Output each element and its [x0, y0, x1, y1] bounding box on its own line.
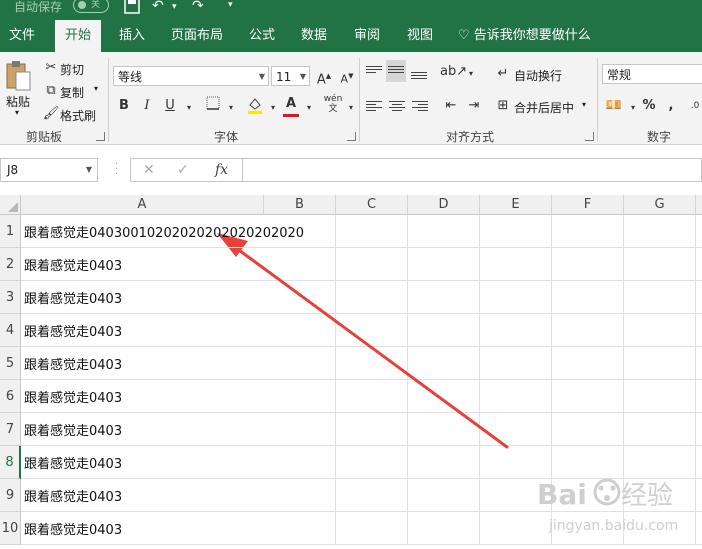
- cell-a[interactable]: 跟着感觉走0403: [21, 380, 264, 413]
- svg-text:Bai: Bai: [537, 478, 587, 511]
- ribbon-tabs: 文件 开始 插入 页面布局 公式 数据 审阅 视图 ♡ 告诉我你想要做什么: [0, 20, 702, 52]
- cell-a[interactable]: 跟着感觉走0403: [21, 248, 264, 281]
- tab-formulas[interactable]: 公式: [240, 20, 284, 52]
- tab-home[interactable]: 开始: [55, 20, 101, 52]
- formula-input[interactable]: [242, 158, 702, 182]
- align-left-icon[interactable]: [366, 99, 382, 113]
- autosave-label: 自动保存: [14, 0, 63, 14]
- wrap-text-button[interactable]: 自动换行: [514, 67, 562, 84]
- chevron-down-icon: ▼: [85, 165, 92, 174]
- bold-button[interactable]: B: [113, 96, 135, 116]
- clipboard-launcher-icon[interactable]: [96, 132, 105, 141]
- tab-page-layout[interactable]: 页面布局: [165, 20, 229, 52]
- number-group-label: 数字: [647, 130, 672, 144]
- ribbon: 粘贴 ▾ ✂ 剪切 ⧉ 复制 ▾ 🖌 格式刷 剪贴板 等线 ▼ 11 ▼ A▲ …: [0, 52, 702, 145]
- cell-a[interactable]: 跟着感觉走0403: [21, 347, 264, 380]
- copy-dropdown-icon[interactable]: ▾: [94, 84, 98, 93]
- align-bottom-icon[interactable]: [411, 70, 427, 81]
- formula-buttons: ✕ ✓ fx: [130, 158, 242, 182]
- font-name-value: 等线: [118, 70, 143, 84]
- increase-indent-icon[interactable]: ⇥: [463, 96, 485, 116]
- tell-me-box[interactable]: ♡ 告诉我你想要做什么: [458, 20, 598, 52]
- tab-review[interactable]: 审阅: [345, 20, 389, 52]
- increase-font-icon[interactable]: A▲: [313, 66, 335, 87]
- underline-dropdown-icon[interactable]: ▾: [178, 98, 200, 118]
- font-group-label: 字体: [214, 130, 239, 144]
- font-color-dropdown-icon[interactable]: ▾: [298, 98, 320, 118]
- title-bar: 自动保存 关 ↶ ▾ ↷ ▾: [0, 0, 702, 20]
- align-top-icon[interactable]: [366, 64, 382, 75]
- tell-me-text: 告诉我你想要做什么: [473, 28, 591, 43]
- align-center-icon[interactable]: [389, 99, 405, 113]
- undo-icon[interactable]: ↶: [152, 0, 164, 14]
- name-box[interactable]: J8 ▼: [0, 158, 98, 182]
- cell-a[interactable]: 跟着感觉走0403: [21, 512, 264, 545]
- chevron-down-icon: ▼: [299, 72, 306, 81]
- resize-handle-icon[interactable]: · · ·: [115, 160, 119, 180]
- alignment-group-label: 对齐方式: [446, 130, 495, 144]
- scissors-icon[interactable]: ✂: [40, 58, 62, 78]
- font-launcher-icon[interactable]: [347, 132, 356, 141]
- align-middle-icon[interactable]: [386, 60, 406, 82]
- cell-a[interactable]: 跟着感觉走0403: [21, 446, 264, 479]
- decrease-font-icon[interactable]: A▼: [336, 66, 358, 86]
- enter-icon[interactable]: ✓: [177, 159, 189, 181]
- insert-function-icon[interactable]: fx: [215, 159, 228, 181]
- comma-button[interactable]: ,: [660, 96, 682, 116]
- wrap-text-icon[interactable]: ↵: [492, 64, 514, 84]
- redo-icon[interactable]: ↷: [192, 0, 204, 14]
- save-icon[interactable]: [124, 0, 140, 18]
- number-format-combo[interactable]: 常规: [602, 64, 702, 84]
- cell-a[interactable]: 跟着感觉走0403: [21, 314, 264, 347]
- orientation-dropdown-icon[interactable]: ▾: [460, 64, 482, 84]
- divider: [108, 58, 109, 142]
- cancel-icon[interactable]: ✕: [143, 159, 155, 181]
- tab-insert[interactable]: 插入: [110, 20, 154, 52]
- paste-dropdown-icon[interactable]: ▾: [15, 108, 19, 117]
- divider: [359, 58, 360, 142]
- cut-button[interactable]: 剪切: [60, 61, 84, 78]
- tab-file[interactable]: 文件: [0, 20, 44, 52]
- align-right-icon[interactable]: [412, 99, 428, 113]
- copy-button[interactable]: 复制: [60, 84, 84, 101]
- orientation-icon[interactable]: ab↗: [440, 62, 467, 82]
- merge-center-icon[interactable]: ⊞: [492, 96, 514, 116]
- font-size-value: 11: [276, 70, 292, 84]
- format-painter-button[interactable]: 格式刷: [60, 107, 96, 124]
- clipboard-group-label: 剪贴板: [26, 130, 63, 144]
- name-box-value: J8: [7, 163, 19, 177]
- formula-bar: J8 ▼ · · · ✕ ✓ fx: [0, 145, 702, 195]
- undo-dropdown-icon[interactable]: ▾: [172, 2, 177, 12]
- cell-a[interactable]: 跟着感觉走0403: [21, 479, 264, 512]
- merge-center-button[interactable]: 合并后居中: [514, 99, 574, 116]
- cell-a[interactable]: 跟着感觉走0403: [21, 281, 264, 314]
- format-painter-icon[interactable]: 🖌: [40, 104, 62, 124]
- paste-icon[interactable]: [4, 60, 32, 96]
- decrease-indent-icon[interactable]: ⇤: [440, 96, 462, 116]
- tab-data[interactable]: 数据: [292, 20, 336, 52]
- svg-text:经验: 经验: [621, 481, 673, 511]
- borders-dropdown-icon[interactable]: ▾: [220, 98, 242, 118]
- cell-a[interactable]: 跟着感觉走04030010202020202020202020: [21, 215, 304, 248]
- increase-decimal-icon[interactable]: .0: [684, 96, 702, 116]
- alignment-launcher-icon[interactable]: [585, 132, 594, 141]
- copy-icon[interactable]: ⧉: [40, 81, 62, 101]
- customize-qat-icon[interactable]: ▾: [228, 0, 233, 10]
- toggle-knob: [78, 1, 86, 9]
- cell-a[interactable]: 跟着感觉走0403: [21, 413, 264, 446]
- tab-view[interactable]: 视图: [398, 20, 442, 52]
- autosave-state: 关: [91, 0, 101, 10]
- number-format-value: 常规: [607, 68, 632, 82]
- svg-text:jingyan.baidu.com: jingyan.baidu.com: [548, 518, 678, 534]
- divider: [597, 58, 598, 142]
- chevron-down-icon: ▼: [258, 72, 265, 81]
- percent-button[interactable]: %: [638, 96, 660, 116]
- baidu-watermark: Bai 经验 jingyan.baidu.com: [535, 468, 702, 538]
- font-size-combo[interactable]: 11 ▼: [271, 66, 310, 86]
- font-name-combo[interactable]: 等线 ▼: [113, 66, 269, 86]
- lightbulb-icon: ♡: [458, 28, 470, 43]
- autosave-toggle[interactable]: 关: [73, 0, 109, 13]
- merge-dropdown-icon[interactable]: ▾: [582, 100, 586, 109]
- italic-button[interactable]: I: [136, 96, 158, 116]
